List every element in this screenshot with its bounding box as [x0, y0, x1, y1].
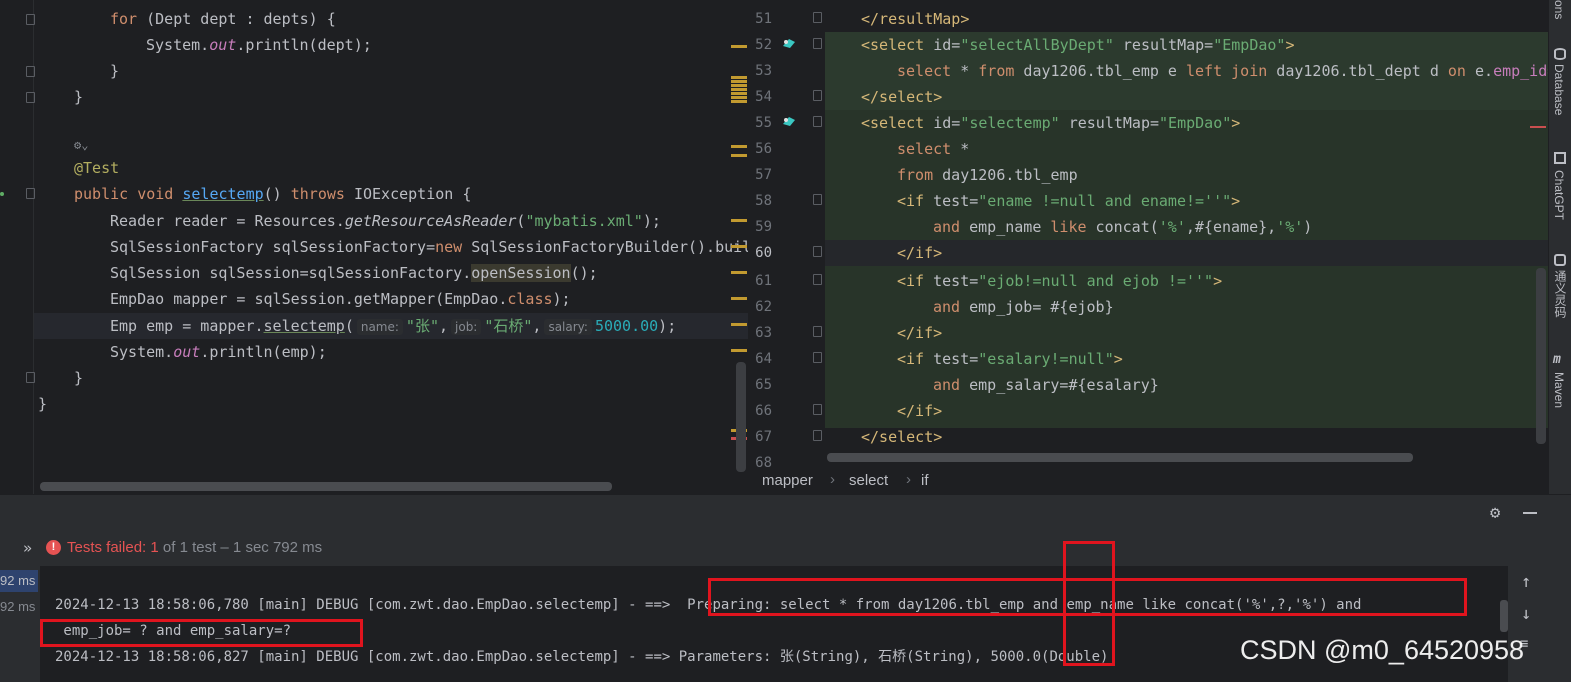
breadcrumb-item-select[interactable]: select — [849, 472, 888, 489]
arrow-up-icon[interactable]: ↑ — [1521, 572, 1531, 592]
xml-line-62[interactable]: and emp_job= #{ejob} — [933, 294, 1114, 320]
highlight-box — [40, 619, 363, 647]
gear-icon[interactable]: ⚙ — [1490, 503, 1508, 523]
xml-line-65[interactable]: and emp_salary=#{esalary} — [933, 372, 1159, 398]
right-tool-window-strip: ons Database ChatGPT 通义灵码 m Maven — [1548, 0, 1571, 494]
maven-icon: m — [1553, 352, 1561, 367]
code-line-emp[interactable]: Emp emp = mapper.selectemp(name: "张", job:… — [110, 313, 676, 339]
breadcrumb: mapper › select › if — [748, 468, 1548, 494]
highlight-box — [1063, 541, 1115, 666]
fold-marker[interactable] — [26, 372, 35, 383]
test-tree-panel[interactable]: 92 ms 92 ms — [0, 566, 38, 682]
fold-marker[interactable] — [26, 14, 35, 25]
right-horizontal-scrollbar[interactable] — [827, 453, 1413, 462]
xml-line-63[interactable]: </if> — [897, 320, 942, 346]
right-vertical-scrollbar[interactable] — [1536, 268, 1546, 444]
left-vertical-scrollbar[interactable] — [736, 362, 746, 472]
param-hint-salary: salary: — [544, 319, 592, 335]
tool-chatgpt[interactable]: ChatGPT — [1552, 170, 1566, 220]
breadcrumb-item-if[interactable]: if — [921, 472, 929, 489]
minimize-icon[interactable] — [1523, 512, 1537, 514]
xml-line-61[interactable]: <if test="ejob!=null and ejob !=''"> — [897, 268, 1222, 294]
test-status: Tests failed: 1 of 1 test – 1 sec 792 ms — [67, 539, 323, 556]
xml-line-64[interactable]: <if test="esalary!=null"> — [897, 346, 1123, 372]
test-tree-item[interactable]: 92 ms — [0, 596, 38, 618]
xml-line-66[interactable]: </if> — [897, 398, 942, 424]
fold-marker[interactable] — [813, 194, 822, 205]
fold-marker[interactable] — [813, 38, 822, 49]
code-line-brace[interactable]: } — [110, 58, 119, 84]
expand-icon[interactable]: » — [23, 539, 32, 557]
fold-marker[interactable] — [26, 66, 35, 77]
code-line-mapper[interactable]: EmpDao mapper = sqlSession.getMapper(Emp… — [110, 286, 571, 312]
code-line-factory[interactable]: SqlSessionFactory sqlSessionFactory=new … — [110, 234, 748, 260]
run-test-icon[interactable] — [0, 192, 4, 196]
mybatis-navigate-icon[interactable] — [781, 114, 797, 128]
fold-marker[interactable] — [813, 90, 822, 101]
watermark: CSDN @m0_64520958 — [1240, 635, 1525, 665]
xml-line-58[interactable]: <if test="ename !=null and ename!=''"> — [897, 188, 1240, 214]
param-hint-job: job: — [451, 319, 482, 335]
chatgpt-icon — [1554, 152, 1566, 164]
tool-maven[interactable]: Maven — [1552, 372, 1566, 408]
code-line-annotation[interactable]: @Test — [74, 155, 119, 181]
log-line: 2024-12-13 18:58:06,827 [main] DEBUG [co… — [55, 649, 1109, 665]
mybatis-navigate-icon[interactable] — [781, 36, 797, 50]
xml-line-60[interactable]: </if> — [897, 240, 942, 266]
code-line-println-emp[interactable]: System.out.println(emp); — [110, 339, 327, 365]
xml-line-51[interactable]: </resultMap> — [861, 6, 969, 32]
breadcrumb-item-mapper[interactable]: mapper — [762, 472, 813, 489]
fold-marker[interactable] — [26, 188, 35, 199]
code-line-for[interactable]: for (Dept dept : depts) { — [110, 6, 336, 32]
fold-marker[interactable] — [813, 404, 822, 415]
chevron-right-icon: › — [906, 471, 911, 488]
code-line-brace[interactable]: } — [74, 84, 83, 110]
fold-marker[interactable] — [813, 352, 822, 363]
xml-line-67[interactable]: </select> — [861, 424, 942, 450]
fold-marker[interactable] — [813, 116, 822, 127]
param-hint-name: name: — [356, 319, 403, 335]
right-xml-editor[interactable]: 51 52 53 54 55 56 57 58 59 60 61 62 63 6… — [748, 0, 1548, 494]
console-scrollbar[interactable] — [1500, 600, 1508, 632]
code-line-reader[interactable]: Reader reader = Resources.getResourceAsR… — [110, 208, 661, 234]
xml-line-57[interactable]: from day1206.tbl_emp — [897, 162, 1078, 188]
fold-marker[interactable] — [813, 12, 822, 23]
tool-tongyi[interactable]: 通义灵码 — [1552, 270, 1569, 318]
code-line-method-signature[interactable]: public void selectemp() throws IOExcepti… — [74, 181, 471, 207]
code-line-brace[interactable]: } — [74, 365, 83, 391]
arrow-down-icon[interactable]: ↓ — [1521, 604, 1531, 624]
error-icon: ! — [46, 540, 61, 555]
code-line-session[interactable]: SqlSession sqlSession=sqlSessionFactory.… — [110, 260, 598, 286]
test-tree-item[interactable]: 92 ms — [0, 570, 38, 592]
fold-marker[interactable] — [26, 92, 35, 103]
fold-marker[interactable] — [813, 274, 822, 285]
xml-line-53[interactable]: select * from day1206.tbl_emp e left joi… — [897, 58, 1548, 84]
xml-line-56[interactable]: select * — [897, 136, 969, 162]
tool-notifications[interactable]: ons — [1552, 0, 1566, 19]
tongyi-icon — [1554, 254, 1566, 266]
fold-marker[interactable] — [813, 246, 822, 257]
database-icon — [1554, 48, 1566, 60]
xml-line-52[interactable]: <select id="selectAllByDept" resultMap="… — [861, 32, 1295, 58]
tool-database[interactable]: Database — [1552, 64, 1566, 115]
xml-line-55[interactable]: <select id="selectemp" resultMap="EmpDao… — [861, 110, 1240, 136]
code-line-println-dept[interactable]: System.out.println(dept); — [146, 32, 372, 58]
xml-line-54[interactable]: </select> — [861, 84, 942, 110]
chevron-right-icon: › — [830, 471, 835, 488]
code-line-brace[interactable]: } — [38, 391, 47, 417]
fold-marker[interactable] — [813, 326, 822, 337]
fold-marker[interactable] — [813, 430, 822, 441]
error-stripe-mark[interactable] — [1530, 126, 1546, 128]
xml-line-59[interactable]: and emp_name like concat('%',#{ename},'%… — [933, 214, 1312, 240]
left-code-editor[interactable]: for (Dept dept : depts) { System.out.pri… — [0, 0, 748, 494]
ai-assist-icon[interactable]: ⚙⌄ — [74, 138, 88, 152]
left-horizontal-scrollbar[interactable] — [40, 482, 612, 491]
